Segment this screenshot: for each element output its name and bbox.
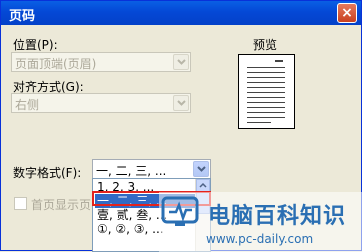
preview-line	[247, 117, 285, 118]
preview-line	[247, 82, 285, 83]
watermark-url: www.pc-daily.com	[206, 232, 314, 246]
page-number-dialog: 页码 × 位置(P): 页面顶端(页眉) 对齐方式(G): 右侧 预览 数字格式…	[0, 0, 362, 252]
preview-line	[247, 87, 285, 88]
position-select[interactable]: 页面顶端(页眉)	[11, 52, 191, 72]
window-title: 页码	[9, 9, 36, 24]
position-label: 位置(P):	[13, 38, 58, 52]
number-format-value: 一, 二, 三, ...	[96, 164, 167, 178]
number-format-select[interactable]: 一, 二, 三, ...	[92, 159, 211, 179]
alignment-value: 右侧	[15, 98, 40, 112]
preview-line	[247, 112, 285, 113]
preview-line	[247, 122, 271, 123]
chevron-down-icon[interactable]	[193, 161, 209, 177]
preview-line	[247, 67, 285, 68]
chevron-down-icon[interactable]	[173, 54, 189, 70]
chevron-down-icon[interactable]	[173, 95, 189, 111]
alignment-select[interactable]: 右侧	[11, 93, 191, 113]
watermark-logo-icon	[161, 196, 199, 226]
preview-line	[247, 92, 285, 93]
preview-label: 预览	[253, 38, 278, 52]
preview-line	[247, 97, 285, 98]
first-page-label: 首页显示页	[31, 198, 92, 212]
first-page-checkbox[interactable]	[14, 197, 27, 210]
preview-line	[247, 107, 285, 108]
page-preview	[238, 54, 295, 129]
watermark-site-name: 电脑百科知识	[208, 204, 347, 229]
position-value: 页面顶端(页眉)	[15, 57, 97, 71]
page-number-marker	[275, 60, 283, 62]
preview-line	[247, 102, 285, 103]
preview-line	[247, 77, 285, 78]
title-bar[interactable]: 页码 ×	[1, 1, 361, 25]
preview-line	[247, 72, 285, 73]
number-format-label: 数字格式(F):	[13, 166, 82, 180]
close-button[interactable]: ×	[337, 3, 357, 23]
